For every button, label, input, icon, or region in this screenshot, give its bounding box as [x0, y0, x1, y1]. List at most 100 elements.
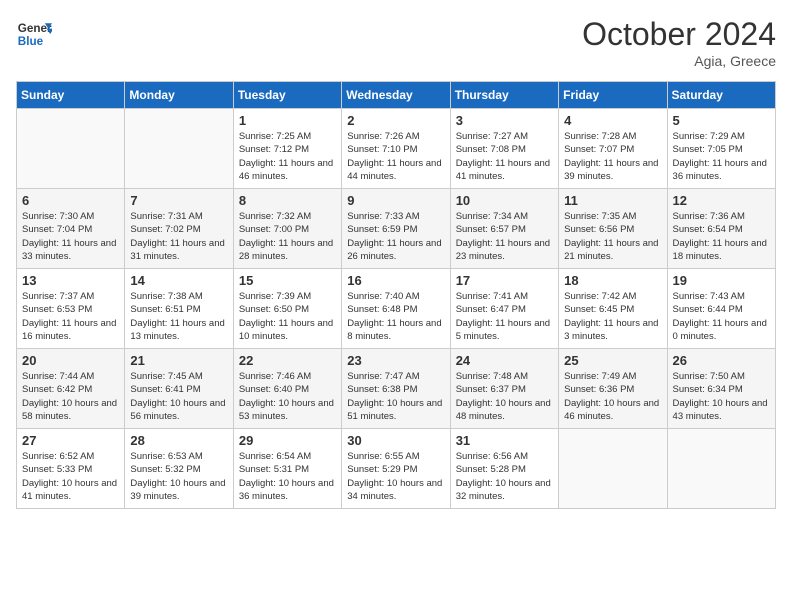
svg-text:Blue: Blue	[18, 35, 44, 48]
day-number: 8	[239, 193, 336, 208]
day-info: Sunrise: 7:34 AM Sunset: 6:57 PM Dayligh…	[456, 210, 553, 263]
day-number: 25	[564, 353, 661, 368]
day-cell	[667, 429, 775, 509]
calendar-table: SundayMondayTuesdayWednesdayThursdayFrid…	[16, 81, 776, 509]
day-number: 21	[130, 353, 227, 368]
day-info: Sunrise: 7:25 AM Sunset: 7:12 PM Dayligh…	[239, 130, 336, 183]
day-number: 11	[564, 193, 661, 208]
day-cell: 17 Sunrise: 7:41 AM Sunset: 6:47 PM Dayli…	[450, 269, 558, 349]
day-info: Sunrise: 7:48 AM Sunset: 6:37 PM Dayligh…	[456, 370, 553, 423]
day-number: 3	[456, 113, 553, 128]
day-info: Sunrise: 7:27 AM Sunset: 7:08 PM Dayligh…	[456, 130, 553, 183]
day-info: Sunrise: 7:50 AM Sunset: 6:34 PM Dayligh…	[673, 370, 770, 423]
day-info: Sunrise: 7:29 AM Sunset: 7:05 PM Dayligh…	[673, 130, 770, 183]
day-number: 10	[456, 193, 553, 208]
day-cell: 12Sunrise: 7:36 AM Sunset: 6:54 PM Dayli…	[667, 189, 775, 269]
day-cell: 18Sunrise: 7:42 AM Sunset: 6:45 PM Dayli…	[559, 269, 667, 349]
day-info: Sunrise: 7:32 AM Sunset: 7:00 PM Dayligh…	[239, 210, 336, 263]
location: Agia, Greece	[582, 53, 776, 69]
day-number: 29	[239, 433, 336, 448]
day-cell: 24Sunrise: 7:48 AM Sunset: 6:37 PM Dayli…	[450, 349, 558, 429]
day-cell: 2 Sunrise: 7:26 AM Sunset: 7:10 PM Daylig…	[342, 109, 450, 189]
day-number: 18	[564, 273, 661, 288]
day-number: 6	[22, 193, 119, 208]
week-row-5: 27Sunrise: 6:52 AM Sunset: 5:33 PM Dayli…	[17, 429, 776, 509]
day-cell: 4 Sunrise: 7:28 AM Sunset: 7:07 PM Daylig…	[559, 109, 667, 189]
day-number: 17	[456, 273, 553, 288]
day-cell: 27Sunrise: 6:52 AM Sunset: 5:33 PM Dayli…	[17, 429, 125, 509]
day-cell: 19 Sunrise: 7:43 AM Sunset: 6:44 PM Dayli…	[667, 269, 775, 349]
day-cell: 31 Sunrise: 6:56 AM Sunset: 5:28 PM Dayli…	[450, 429, 558, 509]
week-row-3: 13 Sunrise: 7:37 AM Sunset: 6:53 PM Dayli…	[17, 269, 776, 349]
title-block: October 2024 Agia, Greece	[582, 16, 776, 69]
day-info: Sunrise: 7:30 AM Sunset: 7:04 PM Dayligh…	[22, 210, 119, 263]
day-info: Sunrise: 7:31 AM Sunset: 7:02 PM Dayligh…	[130, 210, 227, 263]
day-number: 14	[130, 273, 227, 288]
day-cell: 21 Sunrise: 7:45 AM Sunset: 6:41 PM Dayli…	[125, 349, 233, 429]
day-cell: 11 Sunrise: 7:35 AM Sunset: 6:56 PM Dayli…	[559, 189, 667, 269]
day-info: Sunrise: 6:54 AM Sunset: 5:31 PM Dayligh…	[239, 450, 336, 503]
day-info: Sunrise: 7:35 AM Sunset: 6:56 PM Dayligh…	[564, 210, 661, 263]
week-row-4: 20 Sunrise: 7:44 AM Sunset: 6:42 PM Dayli…	[17, 349, 776, 429]
day-number: 20	[22, 353, 119, 368]
day-header-tuesday: Tuesday	[233, 82, 341, 109]
day-info: Sunrise: 7:43 AM Sunset: 6:44 PM Dayligh…	[673, 290, 770, 343]
day-number: 15	[239, 273, 336, 288]
day-number: 31	[456, 433, 553, 448]
day-cell: 5 Sunrise: 7:29 AM Sunset: 7:05 PM Daylig…	[667, 109, 775, 189]
day-info: Sunrise: 6:53 AM Sunset: 5:32 PM Dayligh…	[130, 450, 227, 503]
day-info: Sunrise: 7:45 AM Sunset: 6:41 PM Dayligh…	[130, 370, 227, 423]
day-cell	[17, 109, 125, 189]
day-info: Sunrise: 7:33 AM Sunset: 6:59 PM Dayligh…	[347, 210, 444, 263]
day-cell: 10 Sunrise: 7:34 AM Sunset: 6:57 PM Dayli…	[450, 189, 558, 269]
day-info: Sunrise: 7:28 AM Sunset: 7:07 PM Dayligh…	[564, 130, 661, 183]
day-number: 9	[347, 193, 444, 208]
day-cell: 29 Sunrise: 6:54 AM Sunset: 5:31 PM Dayli…	[233, 429, 341, 509]
day-number: 2	[347, 113, 444, 128]
day-cell: 30 Sunrise: 6:55 AM Sunset: 5:29 PM Dayli…	[342, 429, 450, 509]
day-info: Sunrise: 7:36 AM Sunset: 6:54 PM Dayligh…	[673, 210, 770, 263]
day-info: Sunrise: 7:37 AM Sunset: 6:53 PM Dayligh…	[22, 290, 119, 343]
day-info: Sunrise: 6:55 AM Sunset: 5:29 PM Dayligh…	[347, 450, 444, 503]
day-cell: 1 Sunrise: 7:25 AM Sunset: 7:12 PM Daylig…	[233, 109, 341, 189]
week-row-2: 6 Sunrise: 7:30 AM Sunset: 7:04 PM Daylig…	[17, 189, 776, 269]
day-info: Sunrise: 6:52 AM Sunset: 5:33 PM Dayligh…	[22, 450, 119, 503]
day-info: Sunrise: 7:41 AM Sunset: 6:47 PM Dayligh…	[456, 290, 553, 343]
day-number: 23	[347, 353, 444, 368]
day-cell: 9 Sunrise: 7:33 AM Sunset: 6:59 PM Daylig…	[342, 189, 450, 269]
day-number: 5	[673, 113, 770, 128]
day-header-saturday: Saturday	[667, 82, 775, 109]
day-cell: 7 Sunrise: 7:31 AM Sunset: 7:02 PM Daylig…	[125, 189, 233, 269]
day-header-thursday: Thursday	[450, 82, 558, 109]
day-cell	[559, 429, 667, 509]
day-cell: 8 Sunrise: 7:32 AM Sunset: 7:00 PM Daylig…	[233, 189, 341, 269]
day-cell: 3 Sunrise: 7:27 AM Sunset: 7:08 PM Daylig…	[450, 109, 558, 189]
week-row-1: 1 Sunrise: 7:25 AM Sunset: 7:12 PM Daylig…	[17, 109, 776, 189]
page-header: General Blue October 2024 Agia, Greece	[16, 16, 776, 69]
day-number: 4	[564, 113, 661, 128]
day-info: Sunrise: 6:56 AM Sunset: 5:28 PM Dayligh…	[456, 450, 553, 503]
day-header-wednesday: Wednesday	[342, 82, 450, 109]
day-cell: 13 Sunrise: 7:37 AM Sunset: 6:53 PM Dayli…	[17, 269, 125, 349]
day-number: 1	[239, 113, 336, 128]
day-header-monday: Monday	[125, 82, 233, 109]
day-info: Sunrise: 7:26 AM Sunset: 7:10 PM Dayligh…	[347, 130, 444, 183]
day-info: Sunrise: 7:47 AM Sunset: 6:38 PM Dayligh…	[347, 370, 444, 423]
logo: General Blue	[16, 16, 52, 52]
day-cell: 15 Sunrise: 7:39 AM Sunset: 6:50 PM Dayli…	[233, 269, 341, 349]
day-cell: 22Sunrise: 7:46 AM Sunset: 6:40 PM Dayli…	[233, 349, 341, 429]
day-cell: 26Sunrise: 7:50 AM Sunset: 6:34 PM Dayli…	[667, 349, 775, 429]
day-number: 30	[347, 433, 444, 448]
day-info: Sunrise: 7:40 AM Sunset: 6:48 PM Dayligh…	[347, 290, 444, 343]
day-info: Sunrise: 7:39 AM Sunset: 6:50 PM Dayligh…	[239, 290, 336, 343]
day-cell: 14 Sunrise: 7:38 AM Sunset: 6:51 PM Dayli…	[125, 269, 233, 349]
day-number: 28	[130, 433, 227, 448]
day-info: Sunrise: 7:44 AM Sunset: 6:42 PM Dayligh…	[22, 370, 119, 423]
day-info: Sunrise: 7:38 AM Sunset: 6:51 PM Dayligh…	[130, 290, 227, 343]
day-number: 13	[22, 273, 119, 288]
day-cell: 25Sunrise: 7:49 AM Sunset: 6:36 PM Dayli…	[559, 349, 667, 429]
day-number: 7	[130, 193, 227, 208]
day-cell: 6 Sunrise: 7:30 AM Sunset: 7:04 PM Daylig…	[17, 189, 125, 269]
day-number: 19	[673, 273, 770, 288]
day-cell	[125, 109, 233, 189]
